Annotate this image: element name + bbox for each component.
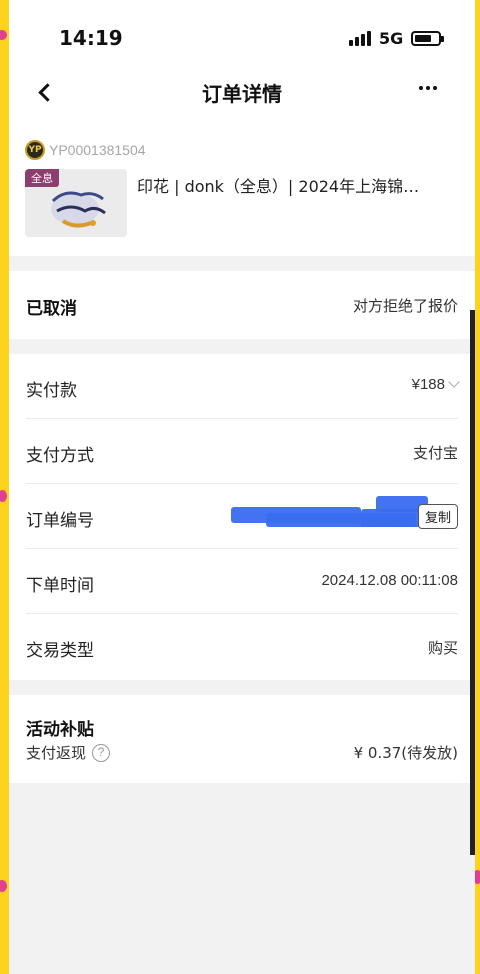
product-thumbnail[interactable]: 全息	[25, 169, 127, 237]
order-number-redacted	[231, 496, 428, 533]
row-order-number: 订单编号 复制	[26, 484, 458, 549]
network-type: 5G	[379, 29, 404, 48]
frame-decoration-dot	[0, 880, 7, 892]
shop-row: YP YP0001381504	[25, 140, 146, 160]
row-paid-amount[interactable]: 实付款 ¥188	[26, 354, 460, 419]
trade-type-value: 购买	[427, 640, 458, 657]
order-time-value: 2024.12.08 00:11:08	[321, 572, 458, 589]
nav-bar: 订单详情	[9, 70, 475, 116]
page-title: 订单详情	[202, 82, 282, 106]
more-button[interactable]	[419, 86, 437, 90]
row-label: 实付款	[26, 381, 77, 401]
order-status-card: 已取消 对方拒绝了报价	[9, 271, 475, 339]
frame-edge	[470, 310, 475, 855]
row-label: 交易类型	[26, 641, 94, 661]
status-bar: 14:19 5G	[9, 0, 475, 70]
cashback-label: 支付返现	[26, 744, 87, 762]
hologram-tag: 全息	[25, 169, 59, 187]
frame-decoration-dot	[0, 490, 7, 502]
cashback-value: ¥ 0.37(待发放)	[353, 744, 458, 762]
order-status-note: 对方拒绝了报价	[352, 297, 458, 315]
subsidy-title: 活动补贴	[26, 720, 94, 740]
shop-id: YP0001381504	[49, 142, 146, 158]
phone-screen: 14:19 5G 订单详情 YP YP0001381504 全息 印花 | do…	[9, 0, 475, 974]
more-dot	[419, 86, 423, 90]
chevron-down-icon	[448, 376, 460, 388]
row-trade-type: 交易类型 购买	[26, 614, 458, 679]
shop-logo-icon: YP	[25, 140, 45, 160]
order-status-label: 已取消	[26, 299, 77, 319]
status-time: 14:19	[59, 26, 123, 50]
row-order-time: 下单时间 2024.12.08 00:11:08	[26, 549, 458, 614]
battery-icon	[411, 31, 444, 46]
paid-amount[interactable]: ¥188	[411, 376, 460, 393]
row-payment-method: 支付方式 支付宝	[26, 419, 458, 484]
row-label: 支付方式	[26, 446, 94, 466]
product-artwork-icon	[51, 191, 106, 228]
paid-amount-value: ¥188	[411, 376, 445, 393]
cashback-row: 支付返现 ?	[26, 742, 111, 763]
order-info-card: 实付款 ¥188 支付方式 支付宝 订单编号 复制 下单时间 2024.12.0…	[9, 354, 475, 680]
frame-decoration-dot	[0, 30, 7, 40]
product-card[interactable]: YP YP0001381504 全息 印花 | donk（全息）| 2024年上…	[9, 116, 475, 256]
copy-button[interactable]: 复制	[417, 504, 458, 529]
product-title[interactable]: 印花 | donk（全息）| 2024年上海锦…	[137, 173, 457, 197]
more-dot	[433, 86, 437, 90]
row-label: 订单编号	[26, 511, 94, 531]
more-dot	[426, 86, 430, 90]
help-icon[interactable]: ?	[92, 743, 111, 762]
row-label: 下单时间	[26, 576, 94, 596]
payment-method-value: 支付宝	[412, 445, 458, 462]
subsidy-card: 活动补贴 支付返现 ? ¥ 0.37(待发放)	[9, 695, 475, 783]
signal-icon	[349, 31, 371, 46]
